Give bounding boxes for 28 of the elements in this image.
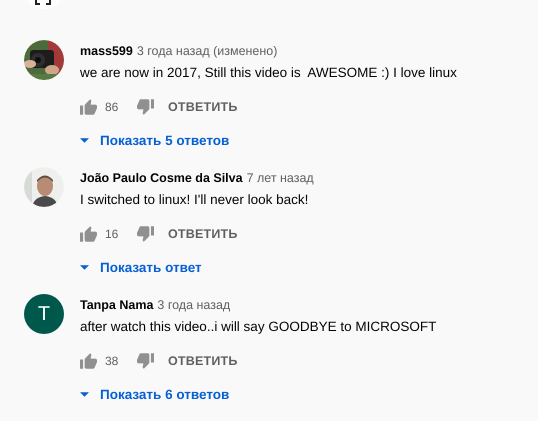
like-count: 38 [105, 354, 120, 368]
like-count: 86 [105, 100, 120, 114]
reply-button[interactable]: ОТВЕТИТЬ [168, 354, 238, 368]
author-name[interactable]: mass599 [80, 42, 133, 60]
thumbs-up-icon[interactable] [80, 226, 97, 242]
reply-button[interactable]: ОТВЕТИТЬ [168, 100, 238, 114]
comment-time[interactable]: 3 года назад (изменено) [136, 42, 278, 60]
avatar: T [24, 294, 64, 334]
thumbs-up-icon[interactable] [80, 353, 97, 369]
like-count: 16 [105, 227, 120, 241]
comment-text: I switched to linux! I'll never look back! [80, 191, 308, 209]
thumbs-down-icon[interactable] [137, 99, 154, 115]
thumbs-up-icon[interactable] [80, 99, 97, 115]
caret-icon [80, 138, 89, 143]
show-replies-button[interactable]: Показать ответ [80, 260, 202, 275]
comment-time[interactable]: 3 года назад [157, 296, 230, 314]
comment-time[interactable]: 7 лет назад [246, 169, 314, 187]
reply-button[interactable]: ОТВЕТИТЬ [168, 227, 238, 241]
comment-text: we are now in 2017, Still this video is AWESOME :) I love linux [80, 64, 457, 82]
author-name[interactable]: João Paulo Cosme da Silva [80, 169, 243, 187]
caret-icon [80, 392, 89, 397]
author-name[interactable]: Tanpa Nama [80, 296, 154, 314]
show-replies-button[interactable]: Показать 6 ответов [80, 387, 230, 402]
caret-icon [80, 265, 89, 270]
comment-text: after watch this video..i will say GOODBYE to MICROSOFT [80, 318, 436, 336]
show-replies-button[interactable]: Показать 5 ответов [80, 133, 230, 148]
thumbs-down-icon[interactable] [137, 353, 154, 369]
thumbs-down-icon[interactable] [137, 226, 154, 242]
